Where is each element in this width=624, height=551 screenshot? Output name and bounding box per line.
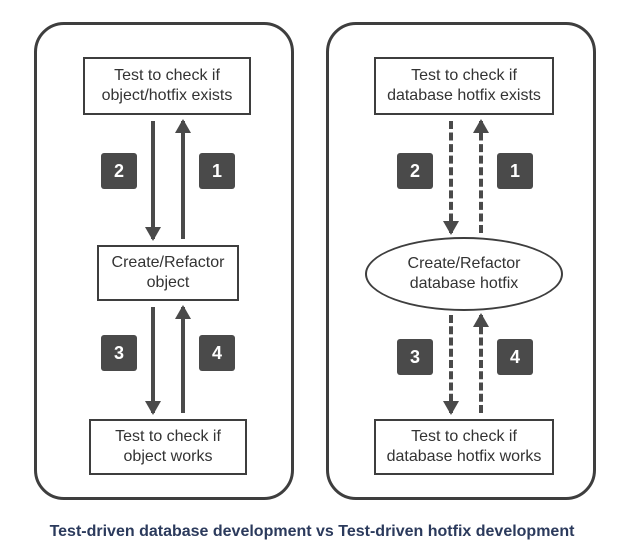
arrowhead-icon xyxy=(145,401,161,415)
diagram-canvas: Test to check ifobject/hotfix exists Cre… xyxy=(0,0,624,551)
node-left-bot: Test to check ifobject works xyxy=(89,419,247,475)
panel-tdd-database: Test to check ifobject/hotfix exists Cre… xyxy=(34,22,294,500)
node-label: Test to check ifdatabase hotfix exists xyxy=(387,66,541,106)
arrowhead-icon xyxy=(473,313,489,327)
badge-label: 4 xyxy=(212,343,222,364)
arrowhead-icon xyxy=(175,119,191,133)
step-badge-3: 3 xyxy=(101,335,137,371)
node-right-bot: Test to check ifdatabase hotfix works xyxy=(374,419,554,475)
badge-label: 2 xyxy=(410,161,420,182)
node-label: Test to check ifobject works xyxy=(115,427,221,467)
arrow-left-1-up xyxy=(181,121,185,239)
arrowhead-icon xyxy=(175,305,191,319)
arrow-left-3-down xyxy=(151,307,155,413)
badge-label: 1 xyxy=(212,161,222,182)
step-badge-2: 2 xyxy=(101,153,137,189)
arrow-right-1-up xyxy=(479,121,483,233)
step-badge-2: 2 xyxy=(397,153,433,189)
arrow-right-2-down xyxy=(449,121,453,233)
arrow-right-4-up xyxy=(479,315,483,413)
arrow-left-2-down xyxy=(151,121,155,239)
node-right-mid: Create/Refactordatabase hotfix xyxy=(365,237,563,311)
badge-label: 2 xyxy=(114,161,124,182)
node-left-top: Test to check ifobject/hotfix exists xyxy=(83,57,251,115)
node-label: Test to check ifobject/hotfix exists xyxy=(102,66,233,106)
arrowhead-icon xyxy=(145,227,161,241)
arrow-left-4-up xyxy=(181,307,185,413)
badge-label: 3 xyxy=(114,343,124,364)
diagram-caption: Test-driven database development vs Test… xyxy=(0,523,624,541)
arrowhead-icon xyxy=(443,401,459,415)
badge-label: 4 xyxy=(510,347,520,368)
step-badge-1: 1 xyxy=(497,153,533,189)
step-badge-3: 3 xyxy=(397,339,433,375)
node-label: Test to check ifdatabase hotfix works xyxy=(387,427,542,467)
node-label: Create/Refactordatabase hotfix xyxy=(408,254,521,294)
step-badge-4: 4 xyxy=(199,335,235,371)
step-badge-1: 1 xyxy=(199,153,235,189)
node-label: Create/Refactorobject xyxy=(112,253,225,293)
node-left-mid: Create/Refactorobject xyxy=(97,245,239,301)
node-right-top: Test to check ifdatabase hotfix exists xyxy=(374,57,554,115)
badge-label: 1 xyxy=(510,161,520,182)
arrowhead-icon xyxy=(473,119,489,133)
step-badge-4: 4 xyxy=(497,339,533,375)
badge-label: 3 xyxy=(410,347,420,368)
arrowhead-icon xyxy=(443,221,459,235)
panel-tdd-hotfix: Test to check ifdatabase hotfix exists C… xyxy=(326,22,596,500)
arrow-right-3-down xyxy=(449,315,453,413)
